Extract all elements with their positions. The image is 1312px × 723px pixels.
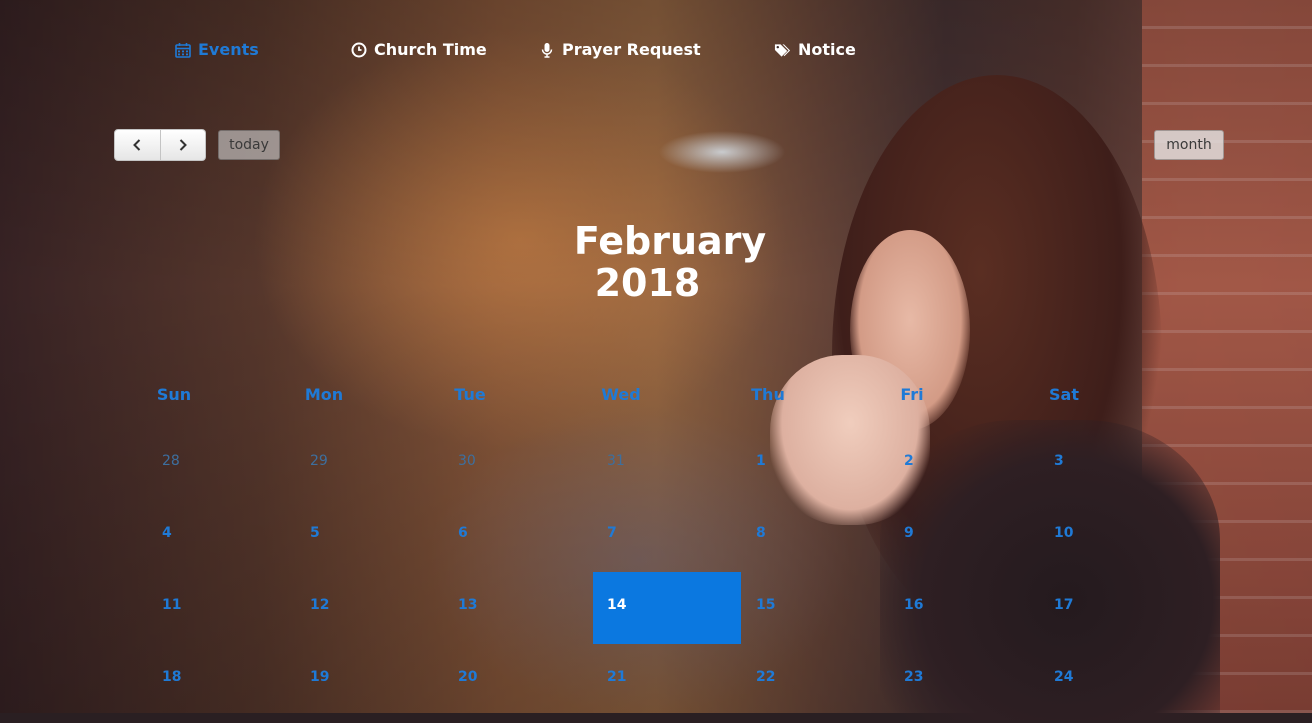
day-cell[interactable]: 9: [890, 507, 1038, 579]
weekday-header: Thu: [751, 385, 785, 404]
nav-item-notice[interactable]: Notice: [774, 40, 856, 59]
day-cell-today[interactable]: 14: [593, 572, 741, 644]
day-cell[interactable]: 21: [593, 651, 741, 723]
day-cell[interactable]: 3: [1040, 435, 1188, 507]
day-cell[interactable]: 2: [890, 435, 1038, 507]
day-cell[interactable]: 31: [593, 435, 741, 507]
prev-next-group: [114, 129, 206, 161]
day-cell[interactable]: 23: [890, 651, 1038, 723]
nav-label: Notice: [798, 40, 856, 59]
day-cell[interactable]: 20: [444, 651, 592, 723]
calendar-icon: [174, 41, 191, 58]
day-cell[interactable]: 12: [296, 579, 444, 651]
day-cell[interactable]: 28: [148, 435, 296, 507]
clock-icon: [350, 41, 367, 58]
chevron-left-icon: [133, 139, 141, 151]
weekday-header: Tue: [454, 385, 486, 404]
day-cell[interactable]: 11: [148, 579, 296, 651]
weekday-header: Sat: [1049, 385, 1079, 404]
chevron-right-icon: [179, 139, 187, 151]
nav-item-prayer-request[interactable]: Prayer Request: [538, 40, 701, 59]
weekday-header: Mon: [304, 385, 344, 404]
weekday-header: Sun: [156, 385, 192, 404]
day-cell[interactable]: 16: [890, 579, 1038, 651]
prev-button[interactable]: [114, 129, 161, 161]
nav-label: Prayer Request: [562, 40, 701, 59]
day-cell[interactable]: 29: [296, 435, 444, 507]
nav-item-church-time[interactable]: Church Time: [350, 40, 487, 59]
day-cell[interactable]: 30: [444, 435, 592, 507]
day-cell[interactable]: 4: [148, 507, 296, 579]
day-cell[interactable]: 17: [1040, 579, 1188, 651]
nav-item-events[interactable]: Events: [174, 40, 259, 59]
today-button[interactable]: today: [218, 130, 280, 160]
next-button[interactable]: [160, 129, 206, 161]
calendar-year: 2018: [594, 261, 701, 305]
day-cell[interactable]: 19: [296, 651, 444, 723]
nav-label: Church Time: [374, 40, 487, 59]
day-cell[interactable]: 5: [296, 507, 444, 579]
day-cell[interactable]: 13: [444, 579, 592, 651]
weekday-header: Fri: [900, 385, 924, 404]
day-cell[interactable]: 10: [1040, 507, 1188, 579]
day-cell[interactable]: 1: [742, 435, 890, 507]
top-nav: Events Church Time Prayer Request Notice: [0, 40, 1312, 66]
tags-icon: [774, 41, 791, 58]
weekday-header: Wed: [601, 385, 641, 404]
day-cell[interactable]: 24: [1040, 651, 1188, 723]
microphone-icon: [538, 41, 555, 58]
day-cell[interactable]: 18: [148, 651, 296, 723]
calendar-title: February 2018: [540, 220, 800, 304]
nav-label: Events: [198, 40, 259, 59]
day-cell[interactable]: 22: [742, 651, 890, 723]
day-cell[interactable]: 7: [593, 507, 741, 579]
month-view-button[interactable]: month: [1154, 130, 1224, 160]
day-cell[interactable]: 15: [742, 579, 890, 651]
calendar-month: February: [573, 219, 767, 263]
day-cell[interactable]: 8: [742, 507, 890, 579]
day-cell[interactable]: 6: [444, 507, 592, 579]
